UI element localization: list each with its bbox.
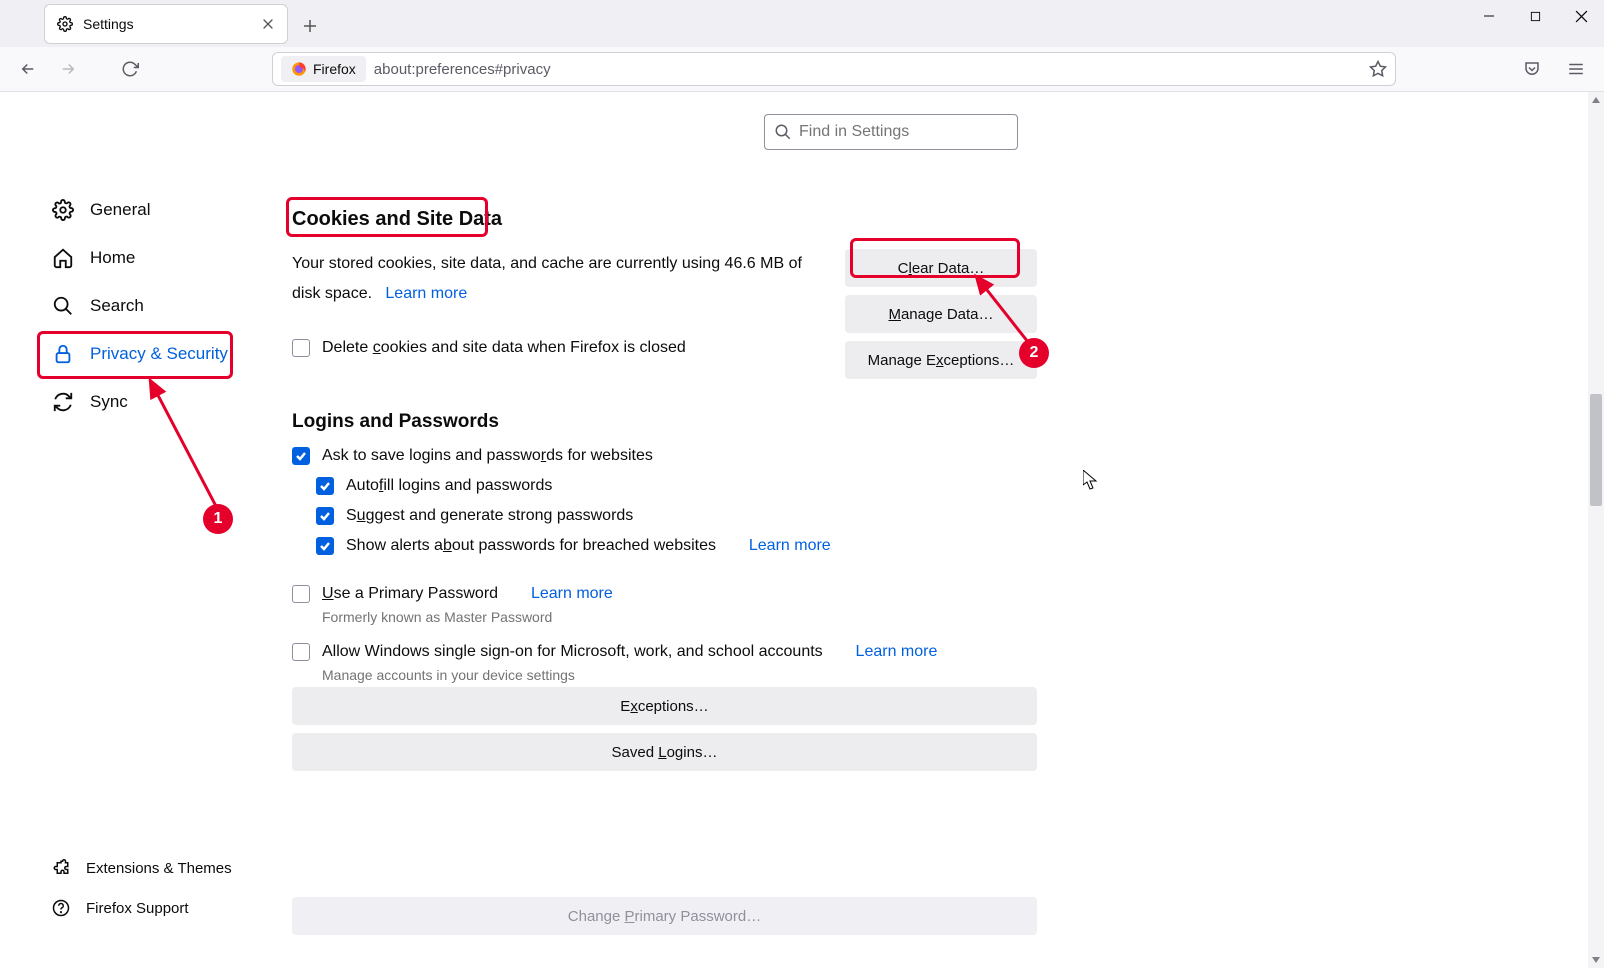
sidebar-label: Search xyxy=(90,296,144,316)
cookies-desc: Your stored cookies, site data, and cach… xyxy=(292,249,812,309)
sidebar-label: Extensions & Themes xyxy=(86,860,232,877)
primary-learn-more-link[interactable]: Learn more xyxy=(531,585,613,603)
delete-on-close-label: Delete cookies and site data when Firefo… xyxy=(322,339,686,357)
sidebar-label: Sync xyxy=(90,392,128,412)
sidebar-item-privacy[interactable]: Privacy & Security xyxy=(40,330,250,378)
search-icon xyxy=(774,123,792,141)
puzzle-icon xyxy=(52,859,70,877)
minimize-button[interactable] xyxy=(1466,0,1512,32)
scroll-down-arrow[interactable] xyxy=(1588,952,1604,968)
bookmark-star-icon[interactable] xyxy=(1369,60,1387,78)
autofill-label: Autofill logins and passwords xyxy=(346,477,552,495)
section-cookies: Cookies and Site Data Your stored cookie… xyxy=(292,208,1012,357)
sidebar-label: Home xyxy=(90,248,135,268)
gear-icon xyxy=(52,199,74,221)
maximize-button[interactable] xyxy=(1512,0,1558,32)
ask-save-label: Ask to save logins and passwords for web… xyxy=(322,447,653,465)
titlebar: Settings xyxy=(0,0,1604,47)
suggest-label: Suggest and generate strong passwords xyxy=(346,507,633,525)
sso-hint: Manage accounts in your device settings xyxy=(322,667,1012,683)
vertical-scrollbar[interactable] xyxy=(1588,92,1604,968)
url-bar[interactable]: Firefox about:preferences#privacy xyxy=(272,52,1396,86)
autofill-checkbox[interactable] xyxy=(316,477,334,495)
suggest-checkbox[interactable] xyxy=(316,507,334,525)
sso-learn-more-link[interactable]: Learn more xyxy=(856,643,938,661)
firefox-logo-icon xyxy=(291,61,307,77)
new-tab-button[interactable] xyxy=(294,10,326,42)
manage-data-button[interactable]: Manage Data… xyxy=(845,295,1037,333)
identity-label: Firefox xyxy=(313,61,356,77)
primary-password-hint: Formerly known as Master Password xyxy=(322,609,1012,625)
back-button[interactable] xyxy=(10,51,46,87)
saved-logins-button[interactable]: Saved Logins… xyxy=(292,733,1037,771)
help-icon xyxy=(52,899,70,917)
identity-chip[interactable]: Firefox xyxy=(281,56,366,82)
delete-on-close-checkbox[interactable] xyxy=(292,339,310,357)
manage-exceptions-button[interactable]: Manage Exceptions… xyxy=(845,341,1037,379)
lock-icon xyxy=(52,343,74,365)
cookies-heading: Cookies and Site Data xyxy=(292,208,1012,231)
logins-heading: Logins and Passwords xyxy=(292,411,1012,433)
close-window-button[interactable] xyxy=(1558,0,1604,32)
sidebar: General Home Search Privacy & Security S… xyxy=(0,92,270,968)
close-tab-icon[interactable] xyxy=(261,17,275,31)
search-wrap xyxy=(764,114,1018,150)
scroll-thumb[interactable] xyxy=(1590,394,1602,506)
sidebar-item-search[interactable]: Search xyxy=(40,282,250,330)
alerts-label: Show alerts about passwords for breached… xyxy=(346,537,716,555)
sidebar-item-extensions[interactable]: Extensions & Themes xyxy=(40,848,250,888)
scroll-up-arrow[interactable] xyxy=(1588,92,1604,108)
sidebar-item-support[interactable]: Firefox Support xyxy=(40,888,250,928)
pocket-icon[interactable] xyxy=(1514,51,1550,87)
section-logins: Logins and Passwords Ask to save logins … xyxy=(292,411,1012,935)
tab-settings[interactable]: Settings xyxy=(44,4,288,44)
tab-title: Settings xyxy=(83,16,251,32)
gear-icon xyxy=(57,16,73,32)
clear-data-button[interactable]: Clear Data… xyxy=(845,249,1037,287)
primary-password-checkbox[interactable] xyxy=(292,585,310,603)
cookies-learn-more-link[interactable]: Learn more xyxy=(385,285,467,302)
window-controls xyxy=(1466,0,1604,32)
sidebar-label: Firefox Support xyxy=(86,900,189,917)
content-area: Cookies and Site Data Your stored cookie… xyxy=(270,92,1604,968)
alerts-learn-more-link[interactable]: Learn more xyxy=(749,537,831,555)
exceptions-button[interactable]: Exceptions… xyxy=(292,687,1037,725)
search-input[interactable] xyxy=(764,114,1018,150)
search-icon xyxy=(52,295,74,317)
sidebar-item-home[interactable]: Home xyxy=(40,234,250,282)
primary-password-label: Use a Primary Password xyxy=(322,585,498,603)
reload-button[interactable] xyxy=(112,51,148,87)
home-icon xyxy=(52,247,74,269)
main-area: General Home Search Privacy & Security S… xyxy=(0,92,1604,968)
ask-save-checkbox[interactable] xyxy=(292,447,310,465)
sidebar-label: Privacy & Security xyxy=(90,344,228,364)
app-menu-icon[interactable] xyxy=(1558,51,1594,87)
sync-icon xyxy=(52,391,74,413)
forward-button[interactable] xyxy=(50,51,86,87)
alerts-checkbox[interactable] xyxy=(316,537,334,555)
sidebar-label: General xyxy=(90,200,150,220)
sso-checkbox[interactable] xyxy=(292,643,310,661)
sidebar-item-sync[interactable]: Sync xyxy=(40,378,250,426)
url-text: about:preferences#privacy xyxy=(374,61,1369,78)
sso-label: Allow Windows single sign-on for Microso… xyxy=(322,643,823,661)
toolbar: Firefox about:preferences#privacy xyxy=(0,47,1604,92)
sidebar-item-general[interactable]: General xyxy=(40,186,250,234)
change-primary-password-button: Change Primary Password… xyxy=(292,897,1037,935)
